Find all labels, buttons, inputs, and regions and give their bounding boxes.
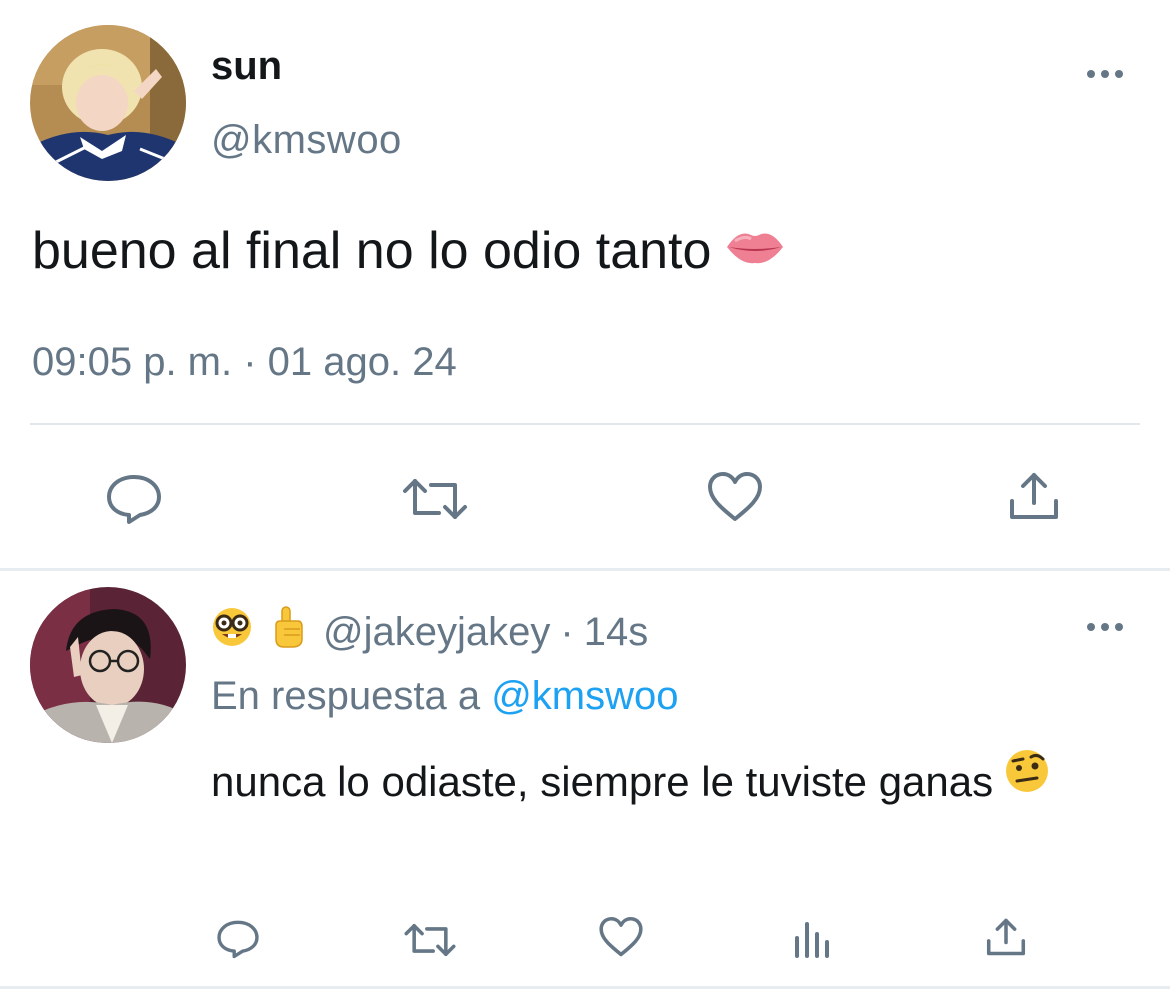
retweet-icon[interactable] (401, 475, 469, 523)
reply-header: @jakeyjakey · 14s (211, 605, 649, 659)
like-icon[interactable] (706, 471, 764, 523)
reply-to-line: En respuesta a @kmswoo (211, 672, 679, 720)
reply-to-label: En respuesta a (211, 674, 481, 718)
reply-avatar[interactable] (30, 587, 186, 743)
reply-text-content: nunca lo odiaste, siempre le tuviste gan… (211, 758, 994, 805)
share-icon[interactable] (984, 915, 1028, 959)
tweet-text-content: bueno al final no lo odio tanto (32, 222, 712, 280)
reply-text: nunca lo odiaste, siempre le tuviste gan… (211, 745, 1111, 818)
retweet-icon[interactable] (403, 921, 457, 959)
analytics-icon[interactable] (792, 920, 832, 960)
avatar-image (30, 25, 186, 181)
nerd-face-emoji (211, 606, 253, 658)
section-divider (0, 986, 1170, 989)
reply-icon[interactable] (105, 473, 163, 525)
index-pointing-up-emoji (271, 605, 305, 659)
reply-icon[interactable] (216, 918, 260, 960)
divider (30, 423, 1140, 425)
avatar-image (30, 587, 186, 743)
more-options-icon[interactable] (1087, 68, 1127, 80)
author-avatar[interactable] (30, 25, 186, 181)
author-name[interactable]: sun (211, 42, 282, 90)
section-divider (0, 568, 1170, 571)
lips-emoji (725, 218, 785, 282)
share-icon[interactable] (1006, 469, 1062, 523)
tweet-timestamp[interactable]: 09:05 p. m. · 01 ago. 24 (32, 338, 457, 386)
author-handle[interactable]: @kmswoo (211, 116, 402, 164)
reply-to-mention[interactable]: @kmswoo (491, 674, 678, 718)
reply-handle[interactable]: @jakeyjakey (323, 610, 550, 655)
like-icon[interactable] (598, 916, 644, 958)
more-options-icon[interactable] (1087, 621, 1127, 633)
face-with-raised-eyebrow-emoji (1003, 744, 1051, 817)
meta-separator: · (560, 609, 574, 654)
reply-time[interactable]: 14s (584, 610, 649, 655)
tweet-text: bueno al final no lo odio tanto (32, 219, 785, 283)
